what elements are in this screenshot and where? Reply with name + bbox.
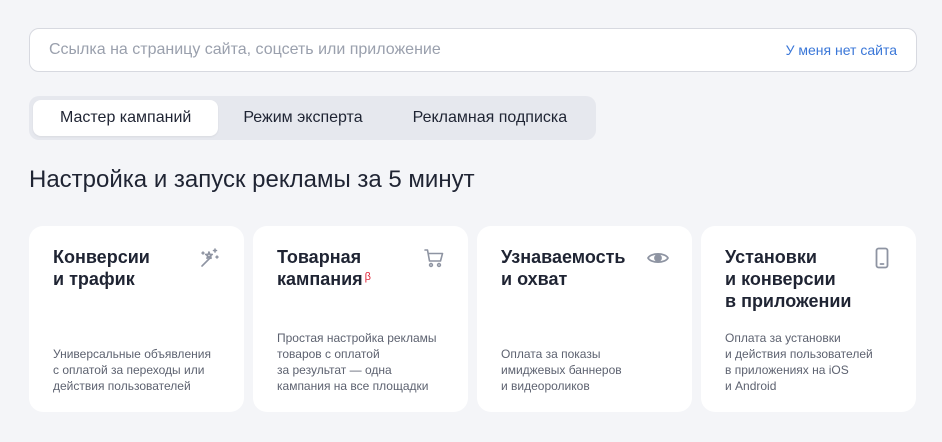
site-url-bar[interactable]: У меня нет сайта bbox=[29, 28, 917, 72]
card-description: Оплата за установки и действия пользоват… bbox=[725, 331, 873, 393]
card-conversions-traffic[interactable]: Конверсии и трафик Универсальные объявле… bbox=[29, 226, 244, 412]
site-url-input[interactable] bbox=[49, 41, 749, 59]
card-title: Конверсии и трафик bbox=[53, 247, 150, 289]
page-title: Настройка и запуск рекламы за 5 минут bbox=[29, 166, 475, 193]
card-description: Оплата за показы имиджевых баннеров и ви… bbox=[501, 347, 622, 393]
cart-icon bbox=[422, 246, 446, 270]
eye-icon bbox=[646, 246, 670, 270]
campaign-type-cards: Конверсии и трафик Универсальные объявле… bbox=[29, 226, 916, 412]
mode-tabs: Мастер кампаний Режим эксперта Рекламная… bbox=[29, 96, 597, 140]
card-title: Установки и конверсии в приложении bbox=[725, 247, 852, 311]
phone-icon bbox=[870, 246, 894, 270]
no-site-link[interactable]: У меня нет сайта bbox=[786, 42, 897, 58]
tab-ad-subscription[interactable]: Рекламная подписка bbox=[388, 100, 593, 136]
card-app-installs[interactable]: Установки и конверсии в приложении Оплат… bbox=[701, 226, 916, 412]
tab-campaign-wizard[interactable]: Мастер кампаний bbox=[33, 100, 219, 136]
card-awareness-reach[interactable]: Узнаваемость и охват Оплата за показы им… bbox=[477, 226, 692, 412]
card-product-campaign[interactable]: Товарная кампания β Простая настройка рек… bbox=[253, 226, 468, 412]
card-title: Узнаваемость и охват bbox=[501, 247, 626, 289]
card-description: Простая настройка рекламы товаров с опла… bbox=[277, 331, 437, 393]
card-description: Универсальные объявления с оплатой за пе… bbox=[53, 347, 211, 393]
magic-wand-icon bbox=[198, 246, 222, 270]
beta-badge: β bbox=[364, 271, 371, 283]
card-title: Товарная кампания β bbox=[277, 247, 371, 289]
tab-expert-mode[interactable]: Режим эксперта bbox=[218, 100, 387, 136]
